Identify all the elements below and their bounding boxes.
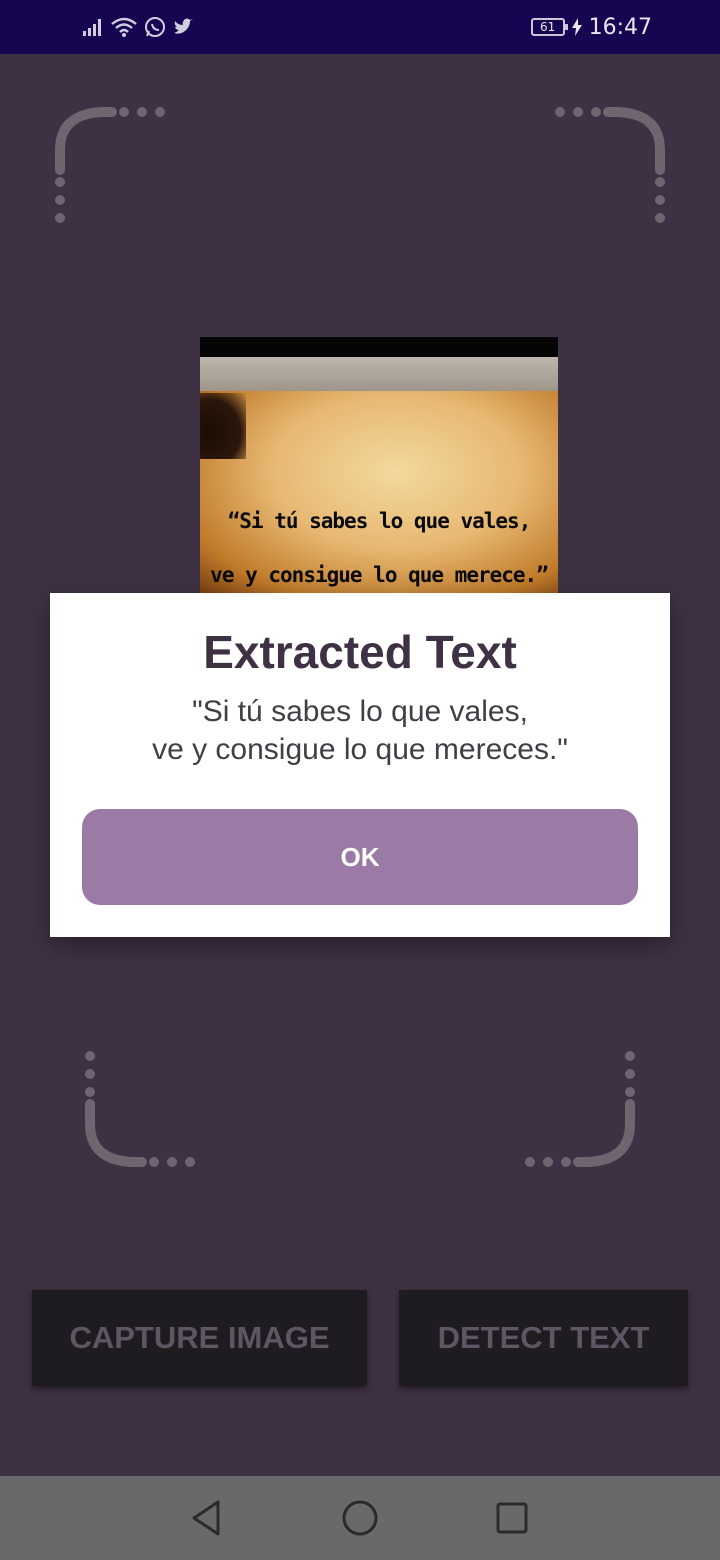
signal-icon (83, 19, 101, 36)
frame-corner-bottom-left-icon (85, 1051, 195, 1167)
extracted-text-dialog: Extracted Text "Si tú sabes lo que vales… (50, 593, 670, 937)
status-bar: 61 16:47 (0, 0, 720, 54)
frame-corner-top-right-icon (555, 107, 665, 223)
recents-icon (496, 1502, 528, 1534)
recents-button[interactable] (490, 1496, 534, 1540)
navigation-bar (0, 1476, 720, 1560)
capture-image-button[interactable]: CAPTURE IMAGE (32, 1290, 367, 1386)
twitter-icon (174, 18, 193, 34)
home-button[interactable] (338, 1496, 382, 1540)
captured-text-line-1: “Si tú sabes lo que vales, (227, 509, 532, 533)
captured-text-line-2: ve y consigue lo que merece.” (210, 563, 549, 587)
back-icon (192, 1500, 220, 1536)
dialog-title: Extracted Text (203, 626, 517, 678)
home-icon (342, 1500, 378, 1536)
status-icons (82, 14, 194, 40)
frame-corner-bottom-right-icon (525, 1051, 635, 1167)
battery-level: 61 (539, 20, 556, 34)
wifi-icon (111, 17, 137, 37)
detect-text-button[interactable]: DETECT TEXT (399, 1290, 688, 1386)
ok-button[interactable]: OK (82, 809, 638, 905)
dialog-message: "Si tú sabes lo que vales, ve y consigue… (152, 695, 568, 766)
whatsapp-icon (145, 17, 165, 37)
battery-icon: 61 (530, 18, 568, 36)
back-button[interactable] (184, 1496, 228, 1540)
status-right: 61 16:47 (530, 12, 652, 42)
charging-icon (571, 18, 582, 36)
status-time: 16:47 (588, 14, 652, 40)
captured-image: “Si tú sabes lo que vales, ve y consigue… (200, 337, 558, 593)
frame-corner-top-left-icon (55, 107, 165, 223)
